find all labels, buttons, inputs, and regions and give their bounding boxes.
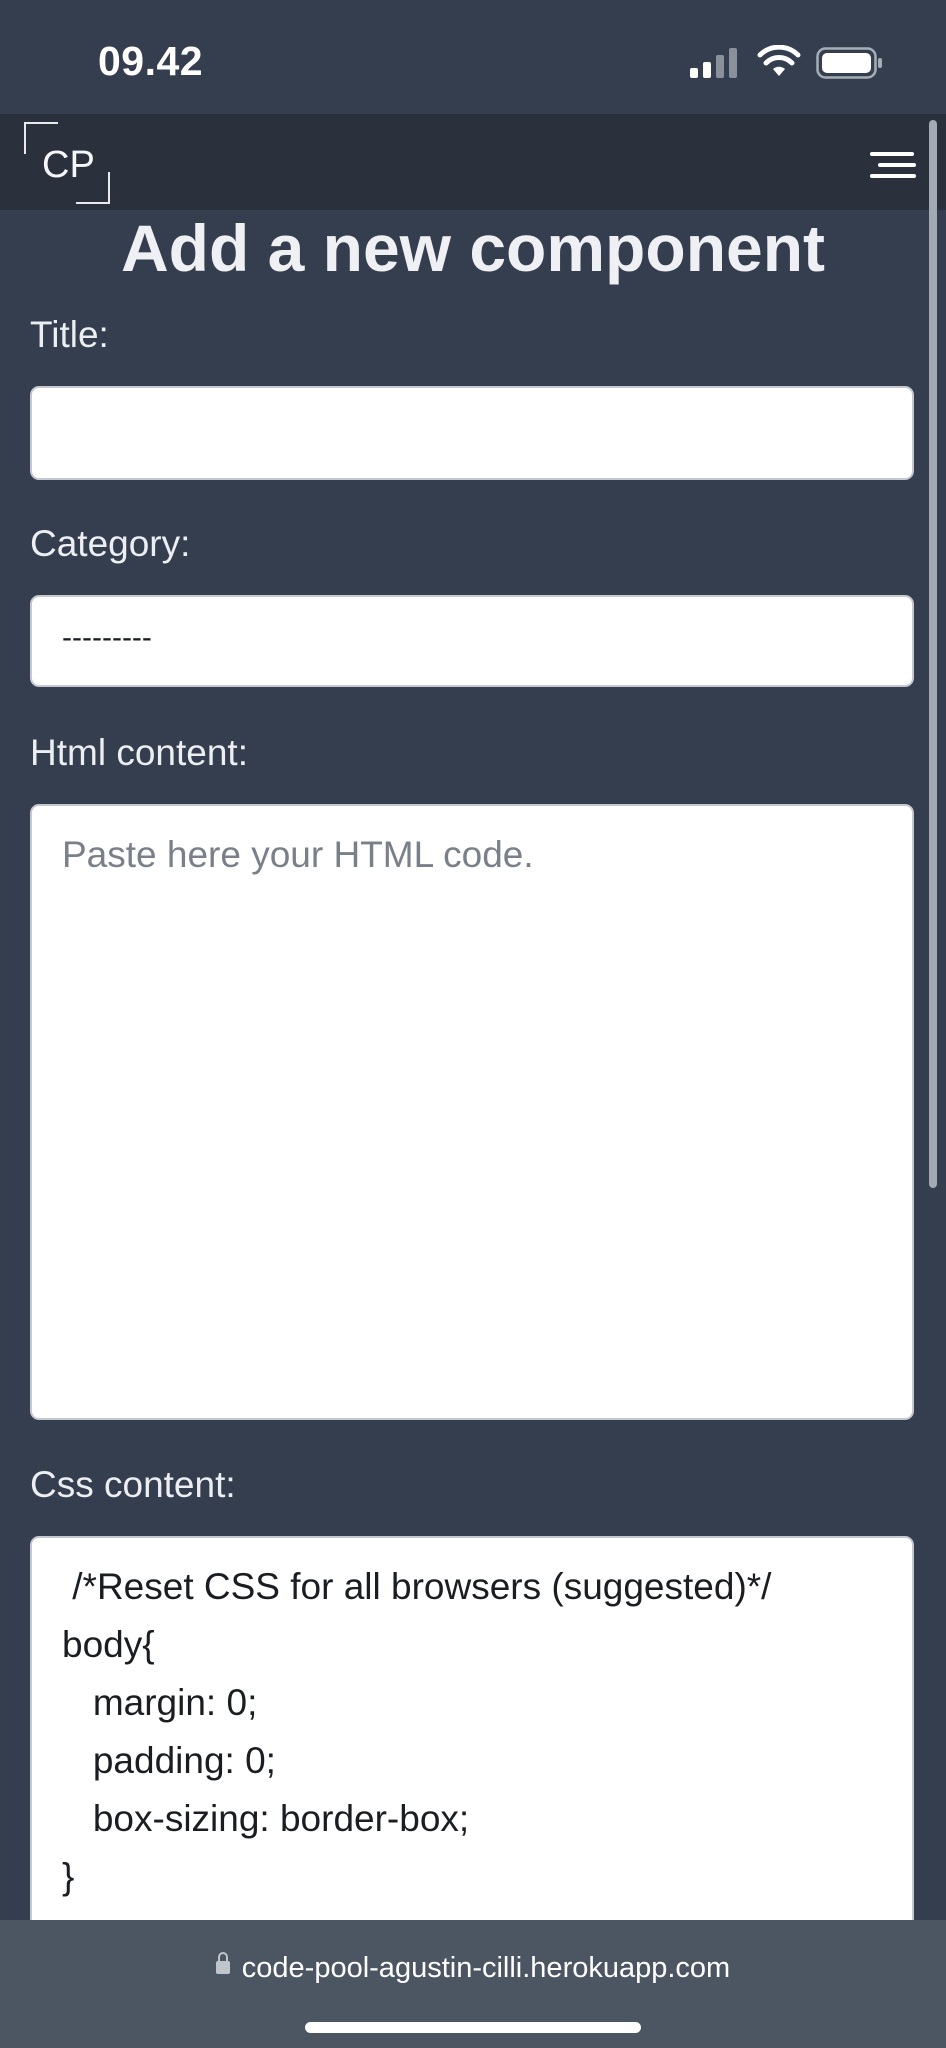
browser-address-bar: code-pool-agustin-cilli.herokuapp.com bbox=[0, 1920, 946, 2048]
wifi-icon bbox=[757, 45, 801, 76]
html-content-textarea[interactable]: Paste here your HTML code. bbox=[30, 804, 914, 1420]
site-logo[interactable]: CP bbox=[24, 122, 110, 204]
logo-text: CP bbox=[42, 144, 95, 186]
url-display[interactable]: code-pool-agustin-cilli.herokuapp.com bbox=[0, 1951, 946, 1985]
battery-icon bbox=[816, 47, 882, 79]
hamburger-menu-icon[interactable] bbox=[870, 148, 918, 182]
html-content-label: Html content: bbox=[30, 732, 248, 773]
css-content-textarea[interactable]: /*Reset CSS for all browsers (suggested)… bbox=[30, 1536, 914, 1956]
status-bar: 09.42 bbox=[0, 0, 946, 114]
category-label: Category: bbox=[30, 523, 191, 564]
css-content-label: Css content: bbox=[30, 1464, 236, 1505]
title-input[interactable] bbox=[30, 386, 914, 480]
title-label: Title: bbox=[30, 314, 109, 355]
css-content-value: /*Reset CSS for all browsers (suggested)… bbox=[62, 1566, 772, 1897]
home-indicator[interactable] bbox=[305, 2022, 641, 2033]
cellular-signal-icon bbox=[690, 48, 737, 78]
status-time: 09.42 bbox=[98, 38, 204, 84]
url-text: code-pool-agustin-cilli.herokuapp.com bbox=[241, 1952, 731, 1984]
category-select[interactable]: --------- bbox=[30, 595, 914, 687]
page-title: Add a new component bbox=[120, 211, 826, 285]
category-select-value: --------- bbox=[62, 621, 152, 654]
lock-icon bbox=[215, 1951, 230, 1974]
html-content-placeholder: Paste here your HTML code. bbox=[62, 834, 534, 875]
navbar: CP bbox=[0, 114, 946, 210]
